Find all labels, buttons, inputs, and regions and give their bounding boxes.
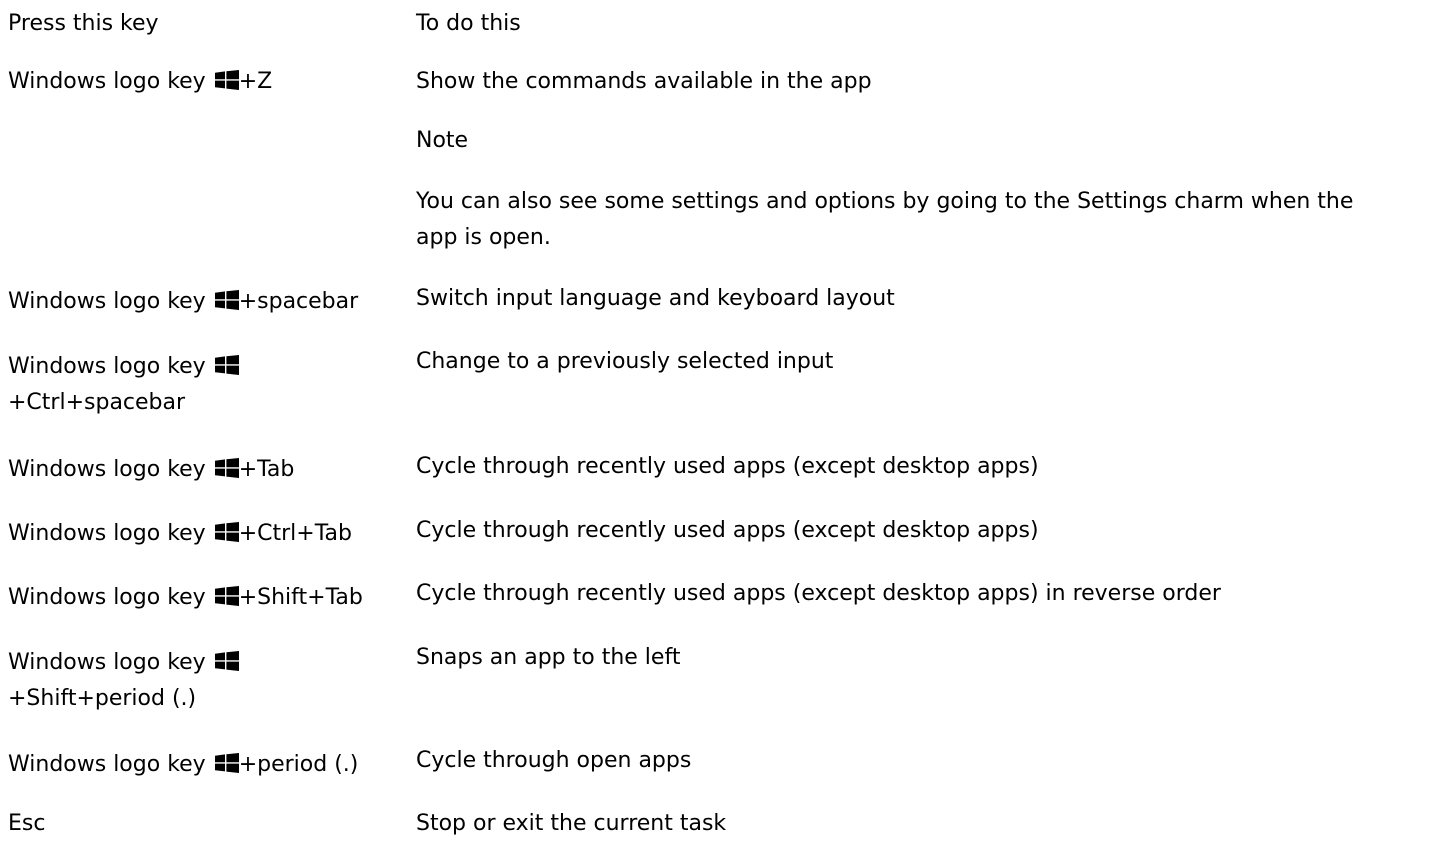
note-text-line-2: app is open. (416, 225, 551, 250)
key-prefix: Windows logo key (8, 289, 206, 314)
windows-logo-icon (215, 586, 239, 606)
windows-logo-icon (215, 651, 239, 671)
key-suffix: +Shift+Tab (238, 585, 363, 610)
shortcut-action: Stop or exit the current task (416, 811, 727, 836)
shortcut-action: Cycle through recently used apps (except… (416, 518, 1039, 543)
windows-logo-icon (215, 290, 239, 310)
shortcut-action: Switch input language and keyboard layou… (416, 286, 895, 311)
windows-logo-icon (215, 458, 239, 478)
column-header-key: Press this key (8, 11, 159, 36)
windows-logo-icon (215, 355, 239, 375)
column-header-action: To do this (416, 11, 521, 36)
shortcut-key-cell: Windows logo key +Z (8, 64, 272, 100)
key-prefix: Windows logo key (8, 752, 206, 777)
key-prefix: Windows logo key (8, 69, 206, 94)
windows-logo-icon (215, 70, 239, 90)
key-suffix: +spacebar (238, 289, 359, 314)
note-text-line-1: You can also see some settings and optio… (416, 189, 1354, 214)
shortcut-action: Cycle through recently used apps (except… (416, 454, 1039, 479)
shortcut-action: Cycle through recently used apps (except… (416, 581, 1221, 606)
shortcut-key-cell: Esc (8, 811, 46, 836)
key-suffix: +Tab (238, 457, 295, 482)
key-prefix: Windows logo key (8, 650, 206, 675)
key-prefix: Windows logo key (8, 585, 206, 610)
key-suffix: +Shift+period (.) (8, 686, 197, 711)
windows-logo-icon (215, 522, 239, 542)
key-suffix: +Ctrl+spacebar (8, 390, 186, 415)
shortcut-action: Snaps an app to the left (416, 645, 681, 670)
key-suffix: +Z (238, 69, 273, 94)
shortcut-key-cell: Windows logo key +Shift+Tab (8, 580, 363, 616)
shortcut-key-cell: Windows logo key +period (.) (8, 747, 358, 783)
shortcut-action: Cycle through open apps (416, 748, 692, 773)
key-prefix: Windows logo key (8, 521, 206, 546)
windows-logo-icon (215, 753, 239, 773)
key-prefix: Windows logo key (8, 354, 206, 379)
shortcut-action: Change to a previously selected input (416, 349, 834, 374)
key-suffix: +Ctrl+Tab (238, 521, 352, 546)
shortcut-key-cell: Windows logo key (8, 645, 239, 681)
shortcut-key-cell: Windows logo key +Tab (8, 452, 294, 488)
key-suffix: +period (.) (238, 752, 359, 777)
shortcut-key-cell: Windows logo key +Ctrl+Tab (8, 516, 352, 552)
shortcut-key-cell: Windows logo key (8, 349, 239, 385)
shortcut-key-cell: Windows logo key +spacebar (8, 284, 358, 320)
key-prefix: Windows logo key (8, 457, 206, 482)
shortcut-action: Show the commands available in the app (416, 69, 872, 94)
note-label: Note (416, 128, 469, 153)
